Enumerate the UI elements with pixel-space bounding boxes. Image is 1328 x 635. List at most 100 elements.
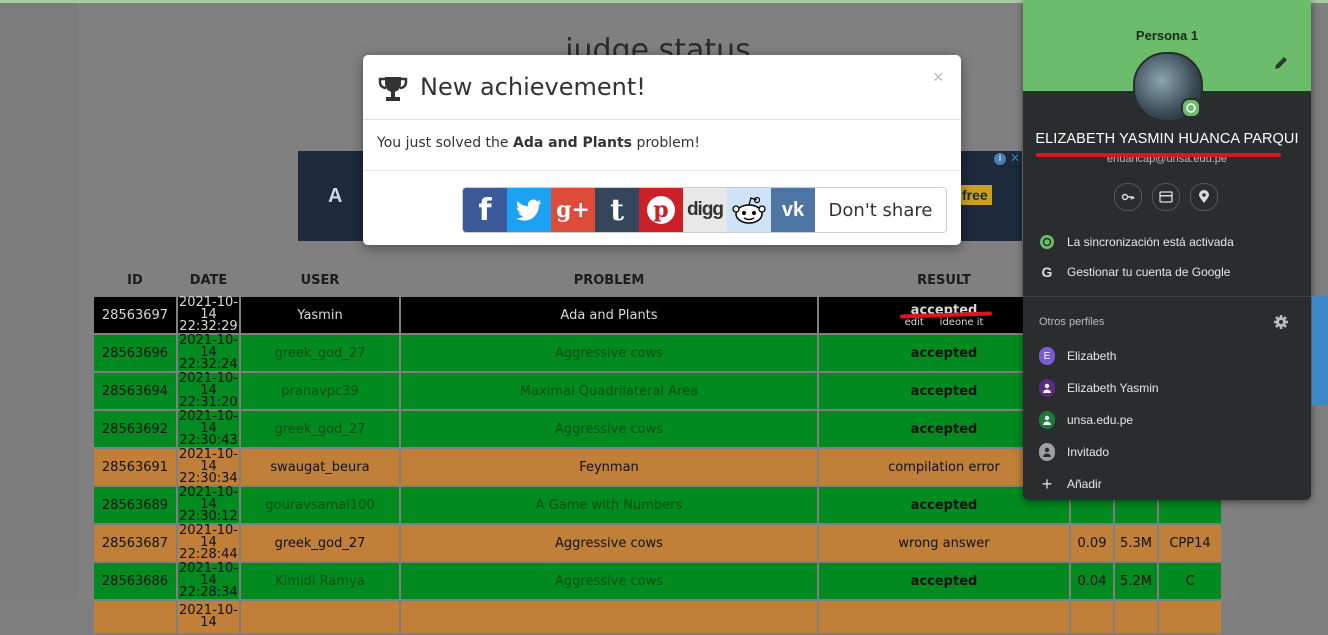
submission-user[interactable]: swaugat_beura [241, 449, 399, 485]
submission-problem[interactable]: Maximal Quadrilateral Area [401, 373, 817, 409]
table-row: 2021-10-14 [94, 601, 1221, 633]
reddit-icon [732, 196, 766, 224]
guest-icon [1039, 443, 1055, 461]
table-row: 28563686 2021-10-14 22:28:34 Kimidi Ramya… [94, 562, 1221, 599]
submission-time: 0.04 [1071, 563, 1113, 599]
manage-google-account-row[interactable]: G Gestionar tu cuenta de Google [1039, 262, 1231, 282]
submission-user[interactable]: greek_god_27 [241, 411, 399, 447]
ad-close-icon[interactable]: ✕ [1010, 151, 1020, 165]
submission-lang: CPP14 [1159, 525, 1221, 561]
submission-problem[interactable]: A Game with Numbers [401, 487, 817, 523]
submission-user[interactable]: gouravsamal100 [241, 487, 399, 523]
submission-problem[interactable]: Aggressive cows [401, 525, 817, 561]
divider [1023, 296, 1311, 297]
profile-title: Persona 1 [1135, 28, 1199, 43]
tumblr-share-button[interactable]: t [595, 188, 639, 232]
red-underline-annotation [1036, 153, 1281, 157]
pinterest-icon: p [647, 196, 675, 224]
google-plus-share-button[interactable]: g+ [551, 188, 595, 232]
profile-item-guest[interactable]: Invitado [1039, 442, 1109, 462]
profile-item-unsa[interactable]: unsa.edu.pe [1039, 410, 1133, 430]
achievement-modal: New achievement! × You just solved the A… [363, 55, 961, 245]
profile-label: Invitado [1067, 445, 1110, 459]
card-icon[interactable] [1152, 183, 1180, 211]
twitter-share-button[interactable] [507, 188, 551, 232]
submission-problem[interactable]: Aggressive cows [401, 563, 817, 599]
submission-date: 2021-10-14 22:30:34 [178, 447, 239, 486]
share-button-group: f g+ t p digg vk Don't share [462, 187, 947, 233]
submission-user[interactable] [241, 601, 399, 633]
add-profile-row[interactable]: + Añadir [1039, 474, 1102, 494]
facebook-share-button[interactable]: f [463, 188, 507, 232]
col-header-id: ID [127, 272, 143, 288]
digg-icon: digg [686, 199, 724, 220]
submission-mem [1115, 601, 1157, 633]
submission-mem: 5.2M [1115, 563, 1157, 599]
modal-header: New achievement! × [363, 55, 961, 120]
person-icon [1039, 379, 1055, 397]
vk-icon: vk [781, 198, 805, 221]
digg-share-button[interactable]: digg [683, 188, 727, 232]
trophy-icon [378, 77, 408, 101]
profile-item-elizabeth[interactable]: E Elizabeth [1039, 346, 1116, 366]
sync-status-row[interactable]: La sincronización está activada [1039, 232, 1234, 252]
edit-pencil-icon[interactable] [1273, 55, 1289, 71]
location-icon[interactable] [1190, 183, 1218, 211]
profile-item-elizabeth-yasmin[interactable]: Elizabeth Yasmin [1039, 378, 1159, 398]
submission-time: 0.09 [1071, 525, 1113, 561]
submission-id[interactable]: 28563686 [94, 563, 176, 599]
profile-label: Elizabeth [1067, 349, 1117, 363]
submission-result: wrong answer [819, 525, 1069, 561]
modal-title: New achievement! [420, 73, 646, 101]
submission-user[interactable]: greek_god_27 [241, 335, 399, 371]
manage-account-label: Gestionar tu cuenta de Google [1067, 265, 1231, 279]
profile-avatar-icon: E [1039, 347, 1055, 365]
ideone-link[interactable]: ideone it [940, 317, 984, 328]
side-feedback-tab[interactable] [1312, 296, 1328, 406]
vk-share-button[interactable]: vk [771, 188, 815, 232]
submission-date: 2021-10-14 22:32:24 [178, 333, 239, 372]
submission-date: 2021-10-14 [178, 601, 239, 633]
submission-problem[interactable]: Aggressive cows [401, 335, 817, 371]
pinterest-share-button[interactable]: p [639, 188, 683, 232]
submission-user[interactable]: Kimidi Ramya [241, 563, 399, 599]
chrome-profile-panel: Persona 1 ELIZABETH YASMIN HUANCA PARQUI… [1023, 0, 1311, 500]
submission-problem[interactable]: Ada and Plants [401, 297, 817, 333]
gear-icon[interactable] [1273, 314, 1289, 330]
submission-id[interactable]: 28563691 [94, 449, 176, 485]
submission-user[interactable]: greek_god_27 [241, 525, 399, 561]
submission-user[interactable]: Yasmin [241, 297, 399, 333]
submission-id[interactable]: 28563692 [94, 411, 176, 447]
submission-problem[interactable] [401, 601, 817, 633]
reddit-share-button[interactable] [727, 188, 771, 232]
sync-status-label: La sincronización está activada [1067, 235, 1234, 249]
google-icon: G [1041, 264, 1053, 280]
submission-mem: 5.3M [1115, 525, 1157, 561]
solved-problem-name: Ada and Plants [513, 135, 632, 151]
ad-free-badge[interactable]: free [958, 185, 992, 205]
plus-icon: + [1041, 473, 1053, 494]
submission-id[interactable] [94, 601, 176, 633]
close-icon[interactable]: × [933, 67, 944, 88]
submission-id[interactable]: 28563687 [94, 525, 176, 561]
ad-info-icon[interactable]: i [994, 153, 1006, 165]
submission-problem[interactable]: Aggressive cows [401, 411, 817, 447]
submission-time [1071, 601, 1113, 633]
submission-id[interactable]: 28563694 [94, 373, 176, 409]
col-header-date: DATE [189, 272, 228, 288]
tumblr-icon: t [610, 192, 624, 228]
submission-lang: C [1159, 563, 1221, 599]
sync-badge-icon [1181, 98, 1201, 118]
submission-id[interactable]: 28563697 [94, 297, 176, 333]
dont-share-button[interactable]: Don't share [815, 188, 946, 232]
submission-id[interactable]: 28563689 [94, 487, 176, 523]
submission-problem[interactable]: Feynman [401, 449, 817, 485]
submission-id[interactable]: 28563696 [94, 335, 176, 371]
submission-date: 2021-10-14 22:30:43 [178, 409, 239, 448]
submission-user[interactable]: pranavpc39 [241, 373, 399, 409]
ad-logo: A [328, 185, 343, 207]
table-row: 28563687 2021-10-14 22:28:44 greek_god_27… [94, 524, 1221, 561]
key-icon[interactable] [1114, 183, 1142, 211]
account-quick-icons [1114, 183, 1218, 211]
profile-label: unsa.edu.pe [1067, 413, 1134, 427]
